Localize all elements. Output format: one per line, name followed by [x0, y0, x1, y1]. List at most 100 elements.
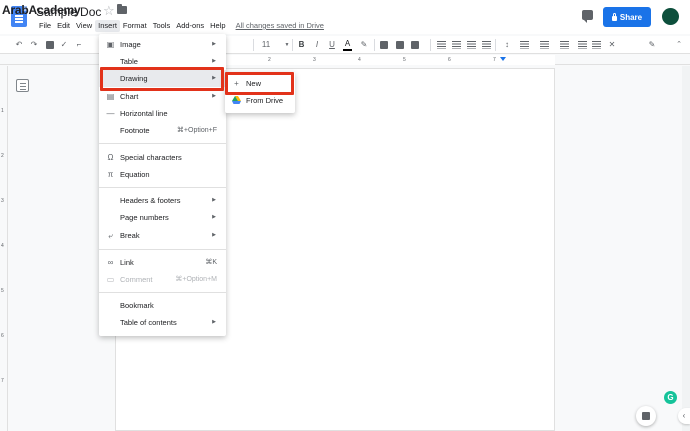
- font-size-value[interactable]: 11: [260, 39, 272, 51]
- submenu-arrow-icon: ▶: [212, 319, 216, 325]
- pi-icon: π: [107, 170, 114, 179]
- highlight-box-drawing: [100, 67, 224, 91]
- insert-image-icon[interactable]: [411, 41, 419, 49]
- menu-file[interactable]: File: [36, 20, 54, 32]
- side-panel-chevron-icon[interactable]: ‹: [678, 408, 690, 424]
- menu-item-table-of-contents[interactable]: Table of contents ▶: [99, 314, 226, 331]
- print-icon[interactable]: [46, 41, 54, 49]
- menu-view[interactable]: View: [73, 20, 95, 32]
- vruler-number: 6: [1, 333, 4, 339]
- vruler-number: 3: [1, 198, 4, 204]
- vruler-number: 1: [1, 108, 4, 114]
- collapse-menus-icon[interactable]: ⌃: [674, 39, 684, 51]
- grammarly-icon[interactable]: G: [664, 391, 677, 404]
- explore-button[interactable]: [636, 406, 656, 426]
- menu-tools[interactable]: Tools: [150, 20, 174, 32]
- submenu-arrow-icon: ▶: [212, 41, 216, 47]
- comment-add-icon: ▭: [106, 275, 115, 284]
- align-left-icon[interactable]: [437, 41, 446, 49]
- menu-divider: [99, 292, 226, 293]
- vruler-number: 4: [1, 243, 4, 249]
- menu-bar: File Edit View Insert Format Tools Add-o…: [36, 20, 327, 32]
- ruler-number: 3: [313, 57, 316, 63]
- ruler-number: 5: [403, 57, 406, 63]
- submenu-arrow-icon: ▶: [212, 214, 216, 220]
- spellcheck-icon[interactable]: ✓: [59, 39, 69, 51]
- menu-item-footnote[interactable]: Footnote ⌘+Option+F: [99, 122, 226, 139]
- menu-divider: [99, 143, 226, 144]
- menu-add-ons[interactable]: Add-ons: [173, 20, 207, 32]
- ruler-number: 2: [268, 57, 271, 63]
- horizontal-line-icon: —: [106, 109, 115, 118]
- comment-history-icon[interactable]: [582, 10, 593, 23]
- menu-divider: [99, 187, 226, 188]
- line-spacing-icon[interactable]: ↕: [502, 39, 512, 51]
- menu-format[interactable]: Format: [120, 20, 150, 32]
- bold-button[interactable]: B: [297, 39, 306, 51]
- insert-link-icon[interactable]: [380, 41, 388, 49]
- title-bar: ArabAcademy Sample Doc ☆ File Edit View …: [0, 0, 690, 34]
- menu-item-headers-footers[interactable]: Headers & footers ▶: [99, 192, 226, 209]
- highlight-color-icon[interactable]: ✎: [359, 39, 369, 51]
- menu-item-break[interactable]: ⤶ Break ▶: [99, 227, 226, 244]
- menu-item-special-characters[interactable]: Ω Special characters: [99, 149, 226, 166]
- break-icon: ⤶: [108, 231, 113, 240]
- ruler-number: 7: [493, 57, 496, 63]
- menu-item-page-numbers[interactable]: Page numbers ▶: [99, 209, 226, 226]
- chart-icon: ▤: [106, 92, 115, 101]
- menu-help[interactable]: Help: [207, 20, 228, 32]
- align-right-icon[interactable]: [467, 41, 476, 49]
- redo-icon[interactable]: ↷: [29, 39, 39, 51]
- right-indent-marker[interactable]: [500, 57, 506, 61]
- google-drive-icon: [232, 96, 241, 105]
- numbered-list-icon[interactable]: [560, 41, 569, 49]
- vruler-number: 5: [1, 288, 4, 294]
- link-icon: ∞: [107, 258, 114, 267]
- align-center-icon[interactable]: [452, 41, 461, 49]
- watermark: ArabAcademy: [2, 3, 81, 17]
- vertical-scrollbar[interactable]: [682, 66, 690, 431]
- underline-button[interactable]: U: [328, 39, 336, 51]
- increase-indent-icon[interactable]: [592, 41, 601, 49]
- lock-icon: [611, 12, 617, 21]
- toolbar-divider: [430, 39, 431, 51]
- checklist-icon[interactable]: [520, 41, 529, 49]
- menu-divider: [99, 249, 226, 250]
- menu-item-comment: ▭ Comment ⌘+Option+M: [106, 275, 217, 284]
- ruler-number: 6: [448, 57, 451, 63]
- italic-button[interactable]: I: [314, 39, 320, 51]
- star-icon[interactable]: ☆: [103, 3, 115, 19]
- highlight-box-new: [225, 72, 294, 95]
- menu-insert[interactable]: Insert: [95, 20, 120, 32]
- toolbar-divider: [292, 39, 293, 51]
- image-icon: ▣: [106, 40, 115, 49]
- menu-item-bookmark[interactable]: Bookmark: [99, 297, 226, 314]
- account-avatar[interactable]: [662, 8, 679, 25]
- toolbar-divider: [374, 39, 375, 51]
- vertical-ruler: 1 2 3 4 5 6 7: [0, 66, 8, 431]
- paint-format-icon[interactable]: ⌐: [74, 39, 84, 51]
- explore-icon: [642, 412, 650, 420]
- decrease-indent-icon[interactable]: [578, 41, 587, 49]
- menu-item-link[interactable]: ∞ Link ⌘K: [99, 254, 226, 271]
- save-status-link[interactable]: All changes saved in Drive: [233, 20, 327, 32]
- undo-icon[interactable]: ↶: [14, 39, 24, 51]
- bulleted-list-icon[interactable]: [540, 41, 549, 49]
- document-outline-icon[interactable]: [16, 79, 29, 92]
- clear-formatting-icon[interactable]: ✕: [607, 39, 617, 51]
- menu-edit[interactable]: Edit: [54, 20, 73, 32]
- toolbar-divider: [495, 39, 496, 51]
- omega-icon: Ω: [107, 153, 114, 162]
- share-button[interactable]: Share: [603, 7, 651, 27]
- align-justify-icon[interactable]: [482, 41, 491, 49]
- font-size-dropdown-icon[interactable]: ▼: [283, 39, 291, 51]
- menu-item-horizontal-line[interactable]: — Horizontal line: [99, 105, 226, 122]
- submenu-arrow-icon: ▶: [212, 232, 216, 238]
- editing-mode-icon[interactable]: ✎: [647, 39, 657, 51]
- text-color-button[interactable]: A: [343, 39, 352, 51]
- menu-item-equation[interactable]: π Equation: [99, 166, 226, 183]
- toolbar-divider: [253, 39, 254, 51]
- move-folder-icon[interactable]: [117, 4, 127, 14]
- menu-item-image[interactable]: ▣ Image ▶: [99, 36, 226, 53]
- add-comment-icon[interactable]: [396, 41, 404, 49]
